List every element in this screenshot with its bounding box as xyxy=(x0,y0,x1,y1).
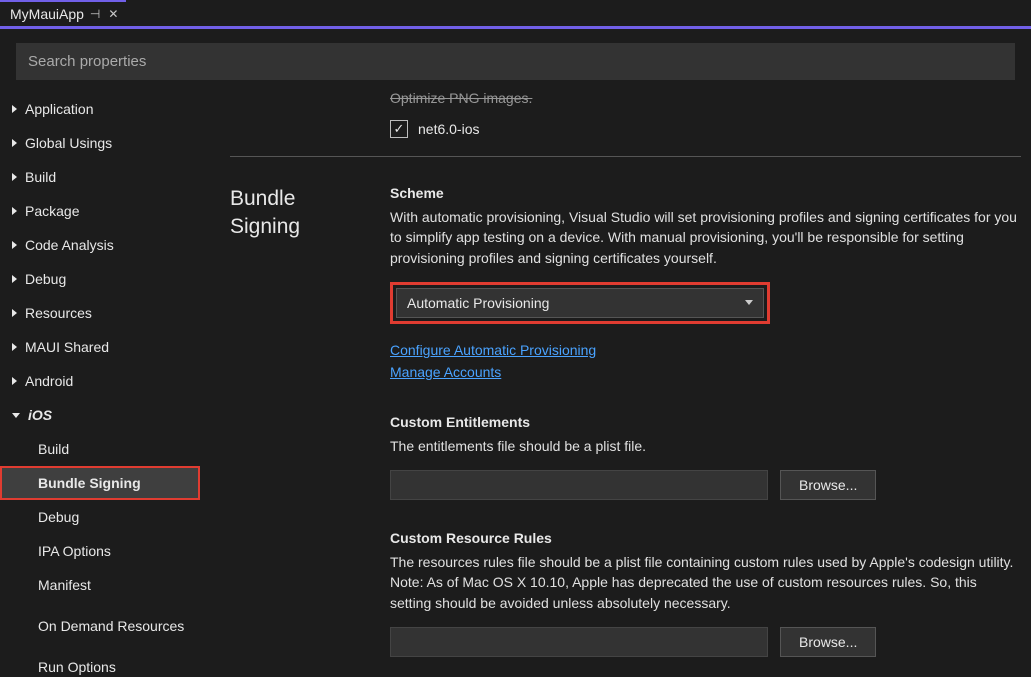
resource-rules-input[interactable] xyxy=(390,627,768,657)
sidebar-item-ios-odr[interactable]: On Demand Resources xyxy=(0,602,200,650)
entitlements-subsection: Custom Entitlements The entitlements fil… xyxy=(390,414,1021,500)
settings-panel: Optimize PNG images. ✓ net6.0-ios Bundle… xyxy=(200,90,1031,677)
chevron-right-icon xyxy=(12,309,17,317)
sidebar-item-ios-bundle-signing[interactable]: Bundle Signing xyxy=(0,466,200,500)
sidebar-item-label: Code Analysis xyxy=(25,237,114,253)
chevron-right-icon xyxy=(12,105,17,113)
sidebar-item-ios[interactable]: iOS xyxy=(0,398,200,432)
sidebar-item-label: Debug xyxy=(25,271,66,287)
scheme-description: With automatic provisioning, Visual Stud… xyxy=(390,207,1021,268)
sidebar-item-label: Global Usings xyxy=(25,135,112,151)
sidebar-item-label: Bundle Signing xyxy=(38,475,141,491)
target-framework-checkbox-row: ✓ net6.0-ios xyxy=(390,120,1021,138)
chevron-right-icon xyxy=(12,241,17,249)
sidebar-item-code-analysis[interactable]: Code Analysis xyxy=(0,228,200,262)
sidebar-item-android[interactable]: Android xyxy=(0,364,200,398)
chevron-right-icon xyxy=(12,139,17,147)
sidebar-item-package[interactable]: Package xyxy=(0,194,200,228)
resource-rules-description: The resources rules file should be a pli… xyxy=(390,552,1021,613)
chevron-right-icon xyxy=(12,275,17,283)
sidebar-item-label: Package xyxy=(25,203,79,219)
sidebar-item-label: Build xyxy=(25,169,56,185)
entitlements-input[interactable] xyxy=(390,470,768,500)
sidebar-item-ios-run-options[interactable]: Run Options xyxy=(0,650,200,677)
sidebar-item-maui-shared[interactable]: MAUI Shared xyxy=(0,330,200,364)
sidebar-item-label: Manifest xyxy=(38,577,91,593)
content-split: Application Global Usings Build Package … xyxy=(0,90,1031,677)
sidebar-item-label: Debug xyxy=(38,509,79,525)
target-framework-checkbox[interactable]: ✓ xyxy=(390,120,408,138)
chevron-right-icon xyxy=(12,207,17,215)
sidebar-item-global-usings[interactable]: Global Usings xyxy=(0,126,200,160)
sidebar-item-ios-build[interactable]: Build xyxy=(0,432,200,466)
sidebar-item-build[interactable]: Build xyxy=(0,160,200,194)
chevron-right-icon xyxy=(12,343,17,351)
partial-cut-label: Optimize PNG images. xyxy=(390,90,1021,106)
entitlements-browse-button[interactable]: Browse... xyxy=(780,470,876,500)
chevron-down-icon xyxy=(12,413,20,418)
bundle-signing-section: Bundle Signing Scheme With automatic pro… xyxy=(230,157,1021,677)
sidebar-item-ios-debug[interactable]: Debug xyxy=(0,500,200,534)
sidebar-nav: Application Global Usings Build Package … xyxy=(0,90,200,677)
pin-icon[interactable]: ⊣ xyxy=(90,7,100,21)
sidebar-item-label: Build xyxy=(38,441,69,457)
resource-rules-subsection: Custom Resource Rules The resources rule… xyxy=(390,530,1021,657)
close-icon[interactable]: ✕ xyxy=(106,7,120,21)
search-container xyxy=(0,29,1031,90)
sidebar-item-label: IPA Options xyxy=(38,543,111,559)
tab-strip: MyMauiApp ⊣ ✕ xyxy=(0,0,1031,26)
tab-title: MyMauiApp xyxy=(10,6,84,22)
scheme-select-value: Automatic Provisioning xyxy=(407,295,549,311)
sidebar-item-label: MAUI Shared xyxy=(25,339,109,355)
target-framework-label: net6.0-ios xyxy=(418,121,479,137)
scheme-subsection: Scheme With automatic provisioning, Visu… xyxy=(390,185,1021,386)
entitlements-description: The entitlements file should be a plist … xyxy=(390,436,1021,456)
sidebar-item-label: Resources xyxy=(25,305,92,321)
document-tab[interactable]: MyMauiApp ⊣ ✕ xyxy=(0,0,126,26)
search-input[interactable] xyxy=(16,43,1015,80)
resource-rules-browse-button[interactable]: Browse... xyxy=(780,627,876,657)
sidebar-item-label: Run Options xyxy=(38,659,116,675)
section-title: Bundle Signing xyxy=(230,185,360,677)
scheme-select-highlight: Automatic Provisioning xyxy=(390,282,770,324)
sidebar-item-ios-manifest[interactable]: Manifest xyxy=(0,568,200,602)
scheme-select[interactable]: Automatic Provisioning xyxy=(396,288,764,318)
chevron-right-icon xyxy=(12,377,17,385)
chevron-down-icon xyxy=(745,300,753,305)
sidebar-item-label: Android xyxy=(25,373,73,389)
sidebar-item-label: On Demand Resources xyxy=(38,617,184,635)
sidebar-item-ios-ipa-options[interactable]: IPA Options xyxy=(0,534,200,568)
entitlements-label: Custom Entitlements xyxy=(390,414,1021,430)
sidebar-item-label: iOS xyxy=(28,407,52,423)
scheme-label: Scheme xyxy=(390,185,1021,201)
manage-accounts-link[interactable]: Manage Accounts xyxy=(390,364,501,380)
resource-rules-label: Custom Resource Rules xyxy=(390,530,1021,546)
chevron-right-icon xyxy=(12,173,17,181)
sidebar-item-application[interactable]: Application xyxy=(0,92,200,126)
sidebar-item-debug[interactable]: Debug xyxy=(0,262,200,296)
sidebar-item-resources[interactable]: Resources xyxy=(0,296,200,330)
configure-provisioning-link[interactable]: Configure Automatic Provisioning xyxy=(390,342,596,358)
sidebar-item-label: Application xyxy=(25,101,94,117)
